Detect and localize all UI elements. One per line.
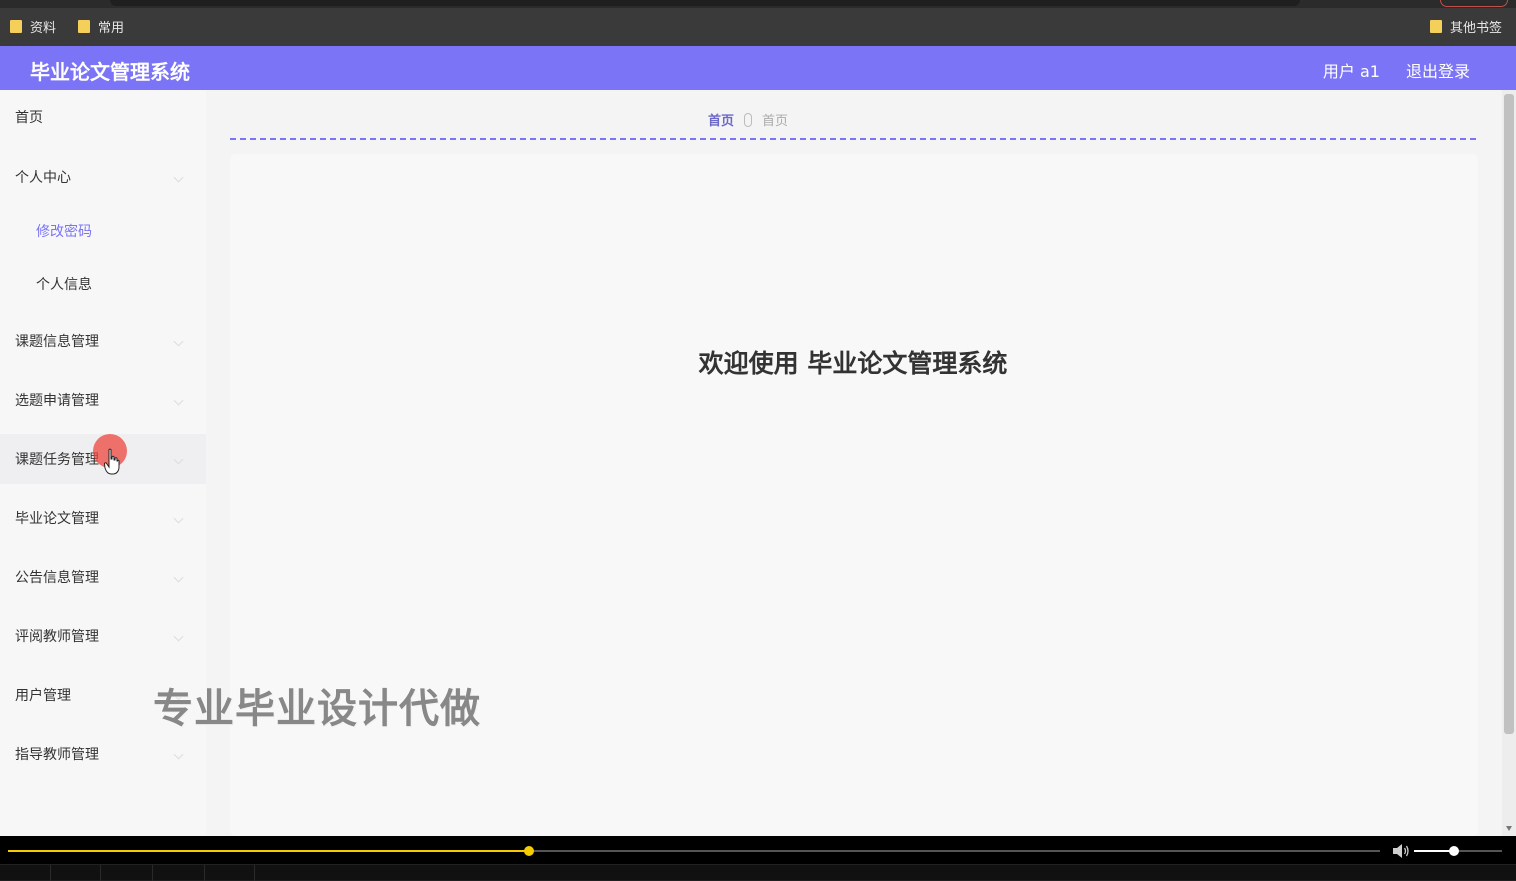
sidebar-item-label: 指导教师管理: [15, 747, 99, 763]
browser-action-button[interactable]: [1440, 0, 1508, 7]
seek-progress: [8, 850, 530, 852]
sidebar-item-topic-info[interactable]: 课题信息管理: [0, 316, 206, 366]
scrollbar-thumb[interactable]: [1504, 94, 1514, 734]
sidebar-item-change-password[interactable]: 修改密码: [0, 206, 206, 256]
scroll-down-arrow-icon[interactable]: [1506, 826, 1512, 831]
page-scrollbar[interactable]: [1502, 90, 1516, 836]
control-divider: [50, 865, 51, 881]
breadcrumb: 首页 首页: [708, 110, 788, 129]
seek-handle[interactable]: [524, 846, 535, 856]
control-divider: [100, 865, 101, 881]
bookmark-item[interactable]: 资料: [10, 17, 56, 36]
sidebar-item-label: 修改密码: [36, 224, 92, 240]
browser-toolbar-strip: [0, 0, 1516, 8]
sidebar-item-label: 公告信息管理: [15, 570, 99, 586]
control-divider: [254, 865, 255, 881]
chevron-down-icon: [173, 395, 184, 406]
video-player-bar: [0, 836, 1516, 881]
seek-bar[interactable]: [8, 846, 1380, 856]
bookmark-label: 资料: [30, 21, 57, 36]
watermark-text: 专业毕业设计代做: [153, 686, 481, 732]
sidebar-item-label: 课题任务管理: [15, 452, 99, 468]
bookmark-item[interactable]: 常用: [78, 17, 124, 36]
app-title: 毕业论文管理系统: [30, 60, 190, 84]
control-divider: [152, 865, 153, 881]
user-name-link[interactable]: 用户 a1: [1323, 58, 1380, 82]
chevron-down-icon: [173, 336, 184, 347]
breadcrumb-separator-icon: [744, 112, 753, 127]
folder-icon: [1430, 20, 1442, 33]
volume-handle[interactable]: [1448, 846, 1459, 856]
bookmark-label: 常用: [98, 21, 125, 36]
sidebar-item-home[interactable]: 首页: [0, 92, 206, 142]
chevron-down-icon: [173, 749, 184, 760]
sidebar-item-label: 课题信息管理: [15, 334, 99, 350]
chevron-down-icon: [173, 631, 184, 642]
sidebar-item-label: 用户管理: [15, 688, 71, 704]
control-divider: [204, 865, 205, 881]
breadcrumb-divider: [230, 138, 1476, 140]
address-bar[interactable]: [110, 0, 1300, 6]
sidebar-item-topic-application[interactable]: 选题申请管理: [0, 375, 206, 425]
folder-icon: [10, 20, 22, 33]
app-header: 毕业论文管理系统 用户 a1 退出登录: [0, 46, 1516, 90]
header-actions: 用户 a1 退出登录: [1323, 58, 1470, 82]
sidebar-item-label: 评阅教师管理: [15, 629, 99, 645]
sidebar-item-thesis[interactable]: 毕业论文管理: [0, 493, 206, 543]
hand-cursor-icon: [104, 448, 120, 475]
sidebar-item-label: 个人中心: [15, 170, 71, 186]
chevron-down-icon: [173, 513, 184, 524]
bookmark-other[interactable]: 其他书签: [1430, 17, 1502, 36]
breadcrumb-home[interactable]: 首页: [708, 110, 734, 129]
sidebar-item-label: 选题申请管理: [15, 393, 99, 409]
volume-level: [1414, 850, 1454, 852]
sidebar-item-personal-center[interactable]: 个人中心: [0, 152, 206, 202]
sidebar-item-reviewer[interactable]: 评阅教师管理: [0, 611, 206, 661]
sidebar-item-personal-info[interactable]: 个人信息: [0, 259, 206, 309]
browser-bookmarks-bar: 资料 常用 其他书签: [0, 0, 1516, 46]
folder-icon: [78, 20, 90, 33]
bookmark-label: 其他书签: [1450, 21, 1503, 36]
chevron-down-icon: [173, 454, 184, 465]
player-controls-strip: [0, 864, 1516, 881]
volume-icon[interactable]: [1392, 843, 1410, 859]
sidebar-item-label: 毕业论文管理: [15, 511, 99, 527]
chevron-up-icon: [173, 172, 184, 183]
sidebar-item-announcement[interactable]: 公告信息管理: [0, 552, 206, 602]
sidebar-item-label: 首页: [15, 110, 43, 126]
chevron-down-icon: [173, 572, 184, 583]
sidebar-item-label: 个人信息: [36, 277, 92, 293]
volume-slider[interactable]: [1414, 846, 1502, 856]
logout-link[interactable]: 退出登录: [1406, 58, 1470, 82]
welcome-message: 欢迎使用 毕业论文管理系统: [698, 349, 1008, 378]
breadcrumb-current: 首页: [762, 114, 789, 129]
sidebar-item-advisor[interactable]: 指导教师管理: [0, 729, 206, 779]
